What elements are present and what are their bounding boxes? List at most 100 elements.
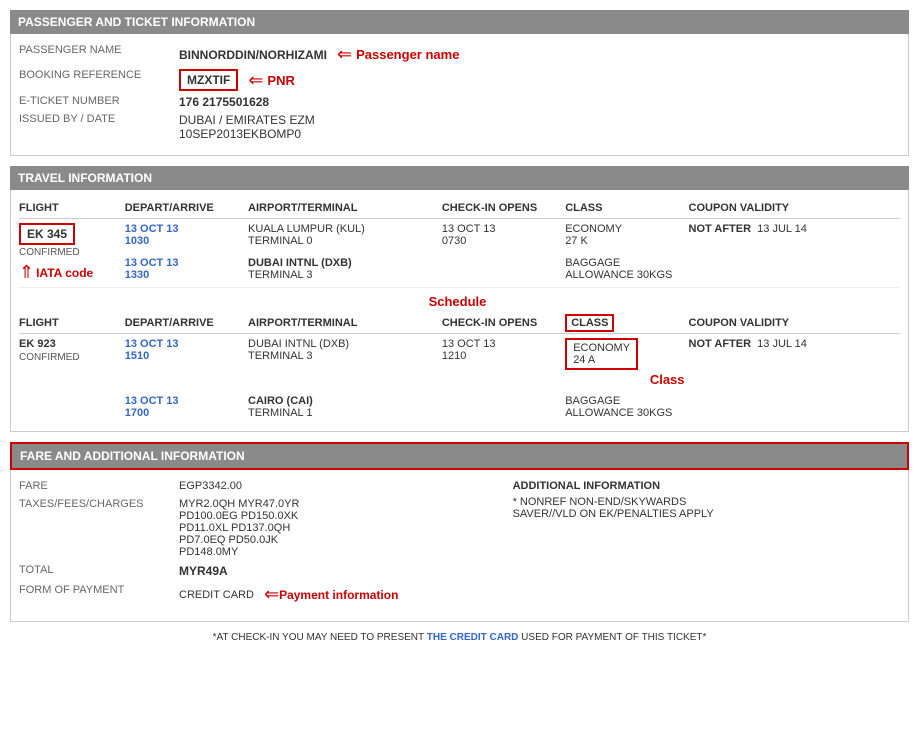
fare-right-panel: ADDITIONAL INFORMATION * NONREF NON-END/… [513, 480, 900, 611]
flight2-terminal2: TERMINAL 1 [248, 407, 312, 419]
flight2-checkin-date: 13 OCT 13 [442, 338, 496, 350]
fare-value: EGP3342.00 [179, 480, 242, 492]
flight2-class-box: ECONOMY 24 A [565, 338, 638, 370]
total-row: TOTAL MYR49A [19, 564, 493, 578]
flight2-row1: EK 923 CONFIRMED 13 OCT 13 1510 DUBAI IN… [19, 334, 900, 392]
issued-line2: 10SEP2013EKBOMP0 [179, 127, 315, 141]
fare-section: FARE AND ADDITIONAL INFORMATION FARE EGP… [10, 442, 909, 622]
flight1-status: CONFIRMED [19, 247, 121, 258]
flight2-depart1-time: 1510 [125, 350, 149, 362]
col-class: CLASS [565, 198, 688, 219]
taxes-line2: PD100.0EG PD150.0XK [179, 510, 299, 522]
passenger-name-annotation-text: Passenger name [356, 47, 459, 62]
fare-content: FARE EGP3342.00 TAXES/FEES/CHARGES MYR2.… [19, 480, 900, 611]
flight2-depart2: 13 OCT 13 1700 [125, 391, 248, 423]
flight2-checkin-empty [442, 391, 565, 423]
flight1-baggage-label: BAGGAGE [565, 257, 620, 269]
travel-title: TRAVEL INFORMATION [18, 171, 152, 185]
flight2-allowance: ALLOWANCE 30KGS [565, 407, 672, 419]
iata-annotation-text: IATA code [36, 266, 93, 280]
taxes-line3: PD11.0XL PD137.0QH [179, 522, 299, 534]
flight2-terminal1: TERMINAL 3 [248, 350, 312, 362]
eticket-value: 176 2175501628 [179, 95, 269, 109]
eticket-row: E-TICKET NUMBER 176 2175501628 [19, 95, 900, 109]
add-info-line1: * NONREF NON-END/SKYWARDS [513, 496, 900, 508]
passenger-name-label: PASSENGER NAME [19, 44, 179, 56]
flight1-depart2: 13 OCT 13 1330 [125, 253, 248, 288]
travel-section: TRAVEL INFORMATION FLIGHT DEPART/ARRIVE … [10, 166, 909, 432]
flight2-class-line2: 24 A [573, 354, 595, 366]
flight1-checkin-time: 0730 [442, 235, 466, 247]
passenger-section-body: PASSENGER NAME BINNORDDIN/NORHIZAMI ⇐ Pa… [10, 34, 909, 156]
flight1-depart1-time: 1030 [125, 235, 149, 247]
fare-left-panel: FARE EGP3342.00 TAXES/FEES/CHARGES MYR2.… [19, 480, 493, 611]
flight1-class-line2: 27 K [565, 235, 588, 247]
flight1-coupon2 [689, 253, 900, 288]
class-annotation-text: Class [565, 372, 684, 387]
flight1-terminal1: TERMINAL 0 [248, 235, 312, 247]
flight1-allowance: ALLOWANCE 30KGS [565, 269, 672, 281]
col2-airport: AIRPORT/TERMINAL [248, 313, 442, 334]
flight2-airport2-name: CAIRO (CAI) [248, 395, 313, 407]
flight1-airport2: DUBAI INTNL (DXB) TERMINAL 3 [248, 253, 442, 288]
taxes-line5: PD148.0MY [179, 546, 299, 558]
flight1-checkin-date: 13 OCT 13 [442, 223, 496, 235]
flight2-airport1-name: DUBAI INTNL (DXB) [248, 338, 349, 350]
passenger-name-row: PASSENGER NAME BINNORDDIN/NORHIZAMI ⇐ Pa… [19, 44, 900, 65]
col-depart: DEPART/ARRIVE [125, 198, 248, 219]
total-value: MYR49A [179, 564, 228, 578]
flight1-class-line1: ECONOMY [565, 223, 622, 235]
issued-label: ISSUED BY / DATE [19, 113, 179, 125]
col2-depart: DEPART/ARRIVE [125, 313, 248, 334]
schedule-annotation-cell: Schedule [19, 288, 900, 314]
booking-ref-label: BOOKING REFERENCE [19, 69, 179, 81]
flight1-depart1-date: 13 OCT 13 [125, 223, 179, 235]
taxes-line1: MYR2.0QH MYR47.0YR [179, 498, 299, 510]
col-airport: AIRPORT/TERMINAL [248, 198, 442, 219]
flight1-checkin: 13 OCT 13 0730 [442, 219, 565, 254]
col-flight: FLIGHT [19, 198, 125, 219]
flight2-checkin: 13 OCT 13 1210 [442, 334, 565, 392]
flight2-coupon: NOT AFTER 13 JUL 14 [689, 334, 900, 392]
footer-suffix: USED FOR PAYMENT OF THIS TICKET* [518, 632, 706, 643]
passenger-name-value: BINNORDDIN/NORHIZAMI [179, 48, 327, 62]
flight1-airport2-name: DUBAI INTNL (DXB) [248, 257, 352, 269]
flight1-depart2-time: 1330 [125, 269, 149, 281]
payment-annotation-container: ⇐ Payment information [264, 584, 398, 605]
passenger-title: PASSENGER AND TICKET INFORMATION [18, 15, 255, 29]
pnr-annotation: ⇐ PNR [248, 70, 295, 91]
flight2-baggage-label: BAGGAGE [565, 395, 620, 407]
fare-row: FARE EGP3342.00 [19, 480, 493, 492]
schedule-annotation-row: Schedule [19, 288, 900, 314]
footer-highlight: THE CREDIT CARD [427, 632, 519, 643]
footer-prefix: *AT CHECK-IN YOU MAY NEED TO PRESENT [213, 632, 427, 643]
fare-section-header: FARE AND ADDITIONAL INFORMATION [10, 442, 909, 470]
col-checkin: CHECK-IN OPENS [442, 198, 565, 219]
payment-value: CREDIT CARD [179, 589, 254, 601]
pnr-annotation-text: PNR [267, 73, 294, 88]
flight2-airport1: DUBAI INTNL (DXB) TERMINAL 3 [248, 334, 442, 392]
eticket-label: E-TICKET NUMBER [19, 95, 179, 107]
flight2-not-after-date: 13 JUL 14 [757, 338, 807, 350]
taxes-row: TAXES/FEES/CHARGES MYR2.0QH MYR47.0YR PD… [19, 498, 493, 558]
col2-checkin: CHECK-IN OPENS [442, 313, 565, 334]
arrow-iata-icon: ⇑ [19, 262, 34, 283]
issued-value: DUBAI / EMIRATES EZM 10SEP2013EKBOMP0 [179, 113, 315, 141]
add-info-line2: SAVER//VLD ON EK/PENALTIES APPLY [513, 508, 900, 520]
flight2-baggage: BAGGAGE ALLOWANCE 30KGS [565, 391, 688, 423]
arrow-payment-icon: ⇐ [264, 584, 279, 605]
flight1-airport1-name: KUALA LUMPUR (KUL) [248, 223, 365, 235]
flight2-number: EK 923 [19, 338, 121, 350]
flight2-row2: 13 OCT 13 1700 CAIRO (CAI) TERMINAL 1 BA… [19, 391, 900, 423]
travel-section-header: TRAVEL INFORMATION [10, 166, 909, 190]
passenger-section-header: PASSENGER AND TICKET INFORMATION [10, 10, 909, 34]
col2-flight: FLIGHT [19, 313, 125, 334]
flight1-number-box: EK 345 [19, 223, 75, 245]
schedule-annotation-text: Schedule [19, 294, 896, 309]
footer-note: *AT CHECK-IN YOU MAY NEED TO PRESENT THE… [10, 632, 909, 643]
issued-line1: DUBAI / EMIRATES EZM [179, 113, 315, 127]
flight2-header-row: FLIGHT DEPART/ARRIVE AIRPORT/TERMINAL CH… [19, 313, 900, 334]
flight2-coupon2 [689, 391, 900, 423]
booking-ref-row: BOOKING REFERENCE MZXTIF ⇐ PNR [19, 69, 900, 91]
fare-title: FARE AND ADDITIONAL INFORMATION [20, 449, 245, 463]
